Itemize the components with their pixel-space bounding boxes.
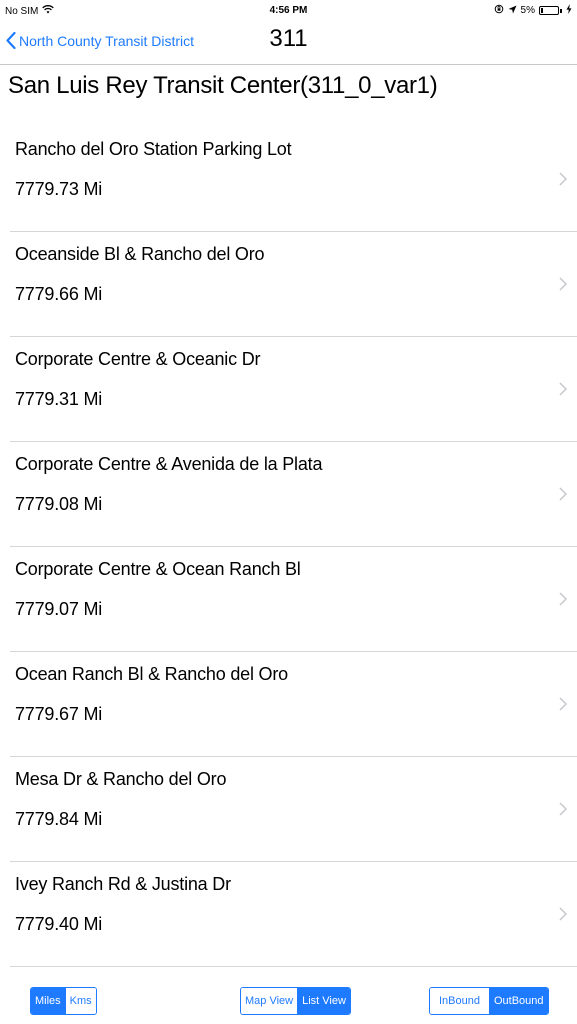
chevron-right-icon — [559, 592, 567, 606]
status-right: 5% — [494, 4, 572, 17]
stop-name: Corporate Centre & Avenida de la Plata — [15, 454, 323, 474]
stop-name: Ivey Ranch Rd & Justina Dr — [15, 874, 231, 894]
list-view-button[interactable]: List View — [297, 988, 350, 1014]
stop-distance: 7779.67 Mi — [15, 704, 103, 724]
stop-row[interactable]: Ivey Ranch Rd & Justina Dr 7779.40 Mi — [0, 862, 577, 967]
stop-row[interactable]: Corporate Centre & Avenida de la Plata 7… — [0, 442, 577, 547]
orientation-lock-icon — [494, 4, 504, 17]
map-view-button[interactable]: Map View — [241, 988, 298, 1014]
chevron-left-icon — [6, 32, 16, 49]
chevron-right-icon — [559, 382, 567, 396]
bottom-toolbar: Miles Kms Map View List View InBound Out… — [0, 975, 577, 1024]
chevron-right-icon — [559, 277, 567, 291]
stop-distance: 7779.40 Mi — [15, 914, 103, 934]
battery-icon — [539, 6, 562, 15]
miles-button[interactable]: Miles — [31, 988, 65, 1014]
status-bar: No SIM 4:56 PM 5% — [0, 0, 577, 22]
stop-distance: 7779.73 Mi — [15, 179, 103, 199]
stop-distance: 7779.31 Mi — [15, 389, 103, 409]
inbound-button[interactable]: InBound — [430, 988, 489, 1014]
stop-distance: 7779.07 Mi — [15, 599, 103, 619]
back-button[interactable]: North County Transit District — [6, 32, 194, 49]
battery-percent: 5% — [520, 5, 535, 16]
status-time: 4:56 PM — [269, 5, 308, 16]
stop-row[interactable]: Corporate Centre & Ocean Ranch Bl 7779.0… — [0, 547, 577, 652]
stop-row[interactable]: Oceanside Bl & Rancho del Oro 7779.66 Mi — [0, 232, 577, 337]
units-segmented-control: Miles Kms — [30, 987, 97, 1015]
chevron-right-icon — [559, 802, 567, 816]
direction-segmented-control: InBound OutBound — [429, 987, 549, 1015]
stop-row[interactable]: Mesa Dr & Rancho del Oro 7779.84 Mi — [0, 757, 577, 862]
charging-bolt-icon — [566, 4, 572, 17]
stop-row[interactable]: Ocean Ranch Bl & Rancho del Oro 7779.67 … — [0, 652, 577, 757]
route-title: San Luis Rey Transit Center(311_0_var1) — [8, 72, 438, 99]
stop-distance: 7779.08 Mi — [15, 494, 103, 514]
stop-distance: 7779.84 Mi — [15, 809, 103, 829]
stop-name: Mesa Dr & Rancho del Oro — [15, 769, 227, 789]
stop-name: Corporate Centre & Ocean Ranch Bl — [15, 559, 301, 579]
chevron-right-icon — [559, 487, 567, 501]
stop-distance: 7779.66 Mi — [15, 284, 103, 304]
stop-row[interactable]: Corporate Centre & Oceanic Dr 7779.31 Mi — [0, 337, 577, 442]
kms-button[interactable]: Kms — [64, 988, 96, 1014]
stop-row[interactable]: Rancho del Oro Station Parking Lot 7779.… — [0, 127, 577, 232]
stop-name: Oceanside Bl & Rancho del Oro — [15, 244, 265, 264]
stop-name: Corporate Centre & Oceanic Dr — [15, 349, 261, 369]
location-arrow-icon — [508, 5, 517, 17]
stop-list: Rancho del Oro Station Parking Lot 7779.… — [0, 127, 577, 967]
stop-name: Ocean Ranch Bl & Rancho del Oro — [15, 664, 288, 684]
chevron-right-icon — [559, 907, 567, 921]
view-segmented-control: Map View List View — [240, 987, 351, 1015]
chevron-right-icon — [559, 172, 567, 186]
outbound-button[interactable]: OutBound — [488, 988, 548, 1014]
back-button-label: North County Transit District — [19, 32, 195, 49]
chevron-right-icon — [559, 697, 567, 711]
navigation-bar: North County Transit District 311 — [0, 22, 577, 65]
stop-name: Rancho del Oro Station Parking Lot — [15, 139, 292, 159]
